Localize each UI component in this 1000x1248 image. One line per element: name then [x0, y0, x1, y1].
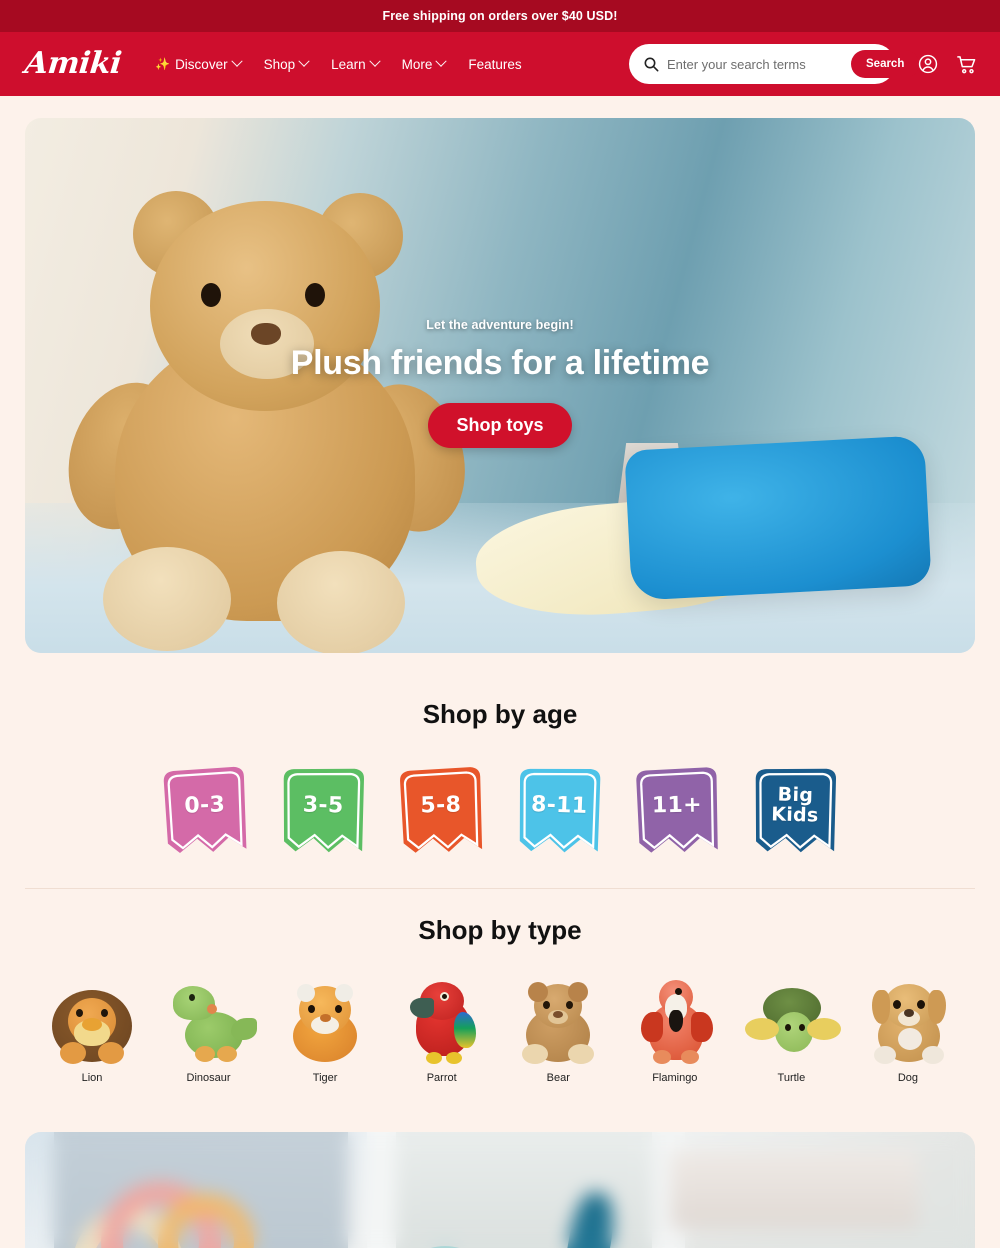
sparkles-icon: ✨: [155, 57, 171, 71]
hero-pillow-blue: [623, 435, 932, 601]
shelf-divider-1: [367, 1132, 396, 1248]
announcement-text: Free shipping on orders over $40 USD!: [382, 9, 618, 23]
age-badge-11-[interactable]: 11+: [628, 765, 726, 859]
type-card-dog[interactable]: Dog: [856, 978, 960, 1084]
chevron-down-icon: [298, 55, 310, 67]
shelf-divider-2: [652, 1132, 686, 1248]
announcement-bar: Free shipping on orders over $40 USD!: [0, 0, 1000, 32]
type-card-parrot[interactable]: Parrot: [390, 978, 494, 1084]
age-badge-label: 11+: [651, 792, 703, 818]
type-card-dinosaur[interactable]: Dinosaur: [157, 978, 261, 1084]
turtle-plush-image: [741, 978, 842, 1064]
type-card-lion[interactable]: Lion: [40, 978, 144, 1084]
account-circle-icon[interactable]: [917, 53, 939, 75]
toy-ring-orange: [158, 1194, 254, 1248]
shop-by-type-section: Shop by type Lion Dinosaur Tiger Parrot Bear…: [0, 915, 1000, 1084]
age-badge-label: 5-8: [420, 792, 462, 819]
shelf-panel-mid: [395, 1132, 652, 1248]
playroom-banner[interactable]: [25, 1132, 975, 1248]
age-badge-3-5[interactable]: 3-5: [274, 765, 372, 859]
age-badge-label: Big Kids: [770, 783, 819, 827]
type-card-label: Lion: [81, 1072, 103, 1084]
type-card-label: Flamingo: [652, 1072, 698, 1084]
section-divider: [25, 888, 975, 889]
type-card-label: Tiger: [312, 1072, 338, 1084]
bear-plush-image: [508, 978, 608, 1064]
toy-ring-cream: [72, 1208, 183, 1248]
dog-plush-image: [858, 978, 958, 1064]
type-list: Lion Dinosaur Tiger Parrot Bear Flamingo Turtl…: [40, 978, 960, 1084]
nav-label: Discover: [175, 56, 228, 72]
age-badge-list: 0-3 3-5 5-8 8-11 11+ Big Kids: [0, 766, 1000, 858]
age-badge-5-8[interactable]: 5-8: [392, 765, 490, 859]
nav-label: Features: [468, 56, 522, 72]
site-logo[interactable]: Amiki: [20, 46, 123, 81]
type-card-label: Parrot: [426, 1072, 457, 1084]
type-card-label: Bear: [546, 1072, 570, 1084]
dinosaur-plush-image: [159, 978, 259, 1064]
nav-item-learn[interactable]: Learn: [323, 51, 387, 78]
parrot-plush-image: [392, 978, 492, 1064]
tiger-plush-image: [275, 978, 375, 1064]
shelf-panel-left: [53, 1132, 348, 1248]
type-card-label: Dog: [897, 1072, 919, 1084]
age-badge-label: 8-11: [530, 791, 588, 819]
nav-item-discover[interactable]: ✨ Discover: [147, 51, 248, 78]
nav-item-shop[interactable]: Shop: [256, 51, 317, 78]
shopping-cart-icon[interactable]: [955, 53, 978, 76]
age-badge-big-kids[interactable]: Big Kids: [746, 765, 844, 859]
search-input[interactable]: [667, 56, 843, 72]
type-card-label: Turtle: [777, 1072, 806, 1084]
hero-kicker: Let the adventure begin!: [426, 318, 574, 332]
lion-plush-image: [42, 978, 142, 1064]
site-header: Amiki ✨ Discover Shop Learn More Feature…: [0, 32, 1000, 96]
shop-by-type-title: Shop by type: [418, 915, 582, 945]
type-card-turtle[interactable]: Turtle: [739, 978, 843, 1084]
type-card-bear[interactable]: Bear: [506, 978, 610, 1084]
search-bar: Search: [629, 44, 920, 84]
hero-banner[interactable]: Let the adventure begin! Plush friends f…: [25, 118, 975, 653]
toy-teal-object: [556, 1189, 619, 1248]
main-navigation: ✨ Discover Shop Learn More Features: [147, 51, 629, 78]
nav-label: Shop: [263, 56, 296, 72]
age-badge-label: 0-3: [184, 791, 226, 819]
nav-item-more[interactable]: More: [394, 51, 454, 78]
toy-ring-pink: [101, 1182, 221, 1248]
search-icon: [644, 57, 659, 72]
search-button[interactable]: Search: [851, 50, 920, 78]
shop-toys-button[interactable]: Shop toys: [428, 403, 572, 448]
age-badge-0-3[interactable]: 0-3: [155, 764, 254, 859]
shop-by-age-section: Shop by age 0-3 3-5 5-8 8-11 11+ Big Kids: [0, 699, 1000, 858]
nav-item-features[interactable]: Features: [460, 51, 529, 78]
shop-by-age-title: Shop by age: [422, 699, 578, 729]
flamingo-plush-image: [625, 978, 725, 1064]
chevron-down-icon: [230, 55, 243, 67]
nav-label: Learn: [331, 56, 366, 72]
shelf-frame: [671, 1151, 918, 1228]
type-card-label: Dinosaur: [186, 1072, 231, 1084]
header-icons: [917, 53, 978, 76]
age-badge-label: 3-5: [302, 792, 344, 819]
hero-copy: Let the adventure begin! Plush friends f…: [25, 318, 975, 448]
hero-title: Plush friends for a lifetime: [290, 344, 710, 382]
type-card-tiger[interactable]: Tiger: [273, 978, 377, 1084]
age-badge-8-11[interactable]: 8-11: [509, 764, 608, 859]
nav-label: More: [401, 56, 433, 72]
type-card-flamingo[interactable]: Flamingo: [623, 978, 727, 1084]
chevron-down-icon: [435, 55, 448, 67]
chevron-down-icon: [368, 55, 381, 67]
